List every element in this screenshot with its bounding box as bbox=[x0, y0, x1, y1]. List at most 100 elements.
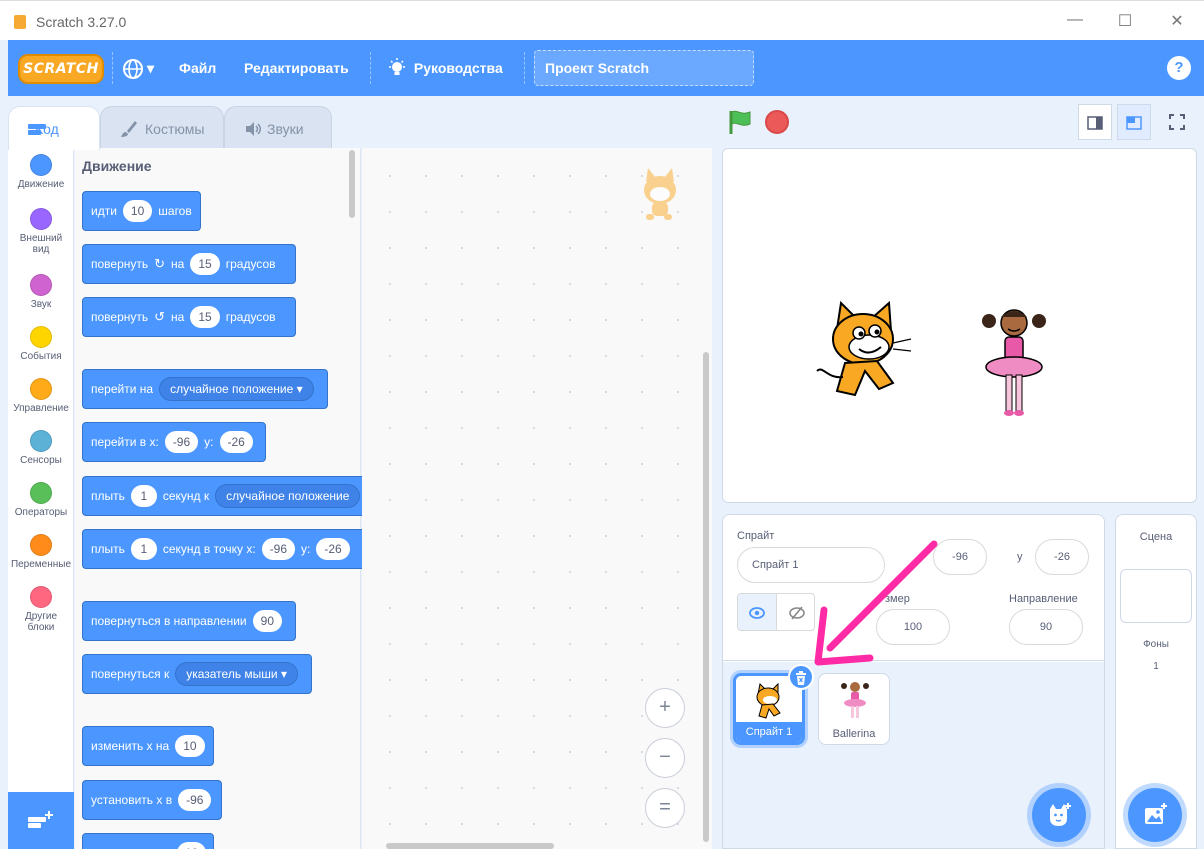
chevron-down-icon: ▾ bbox=[147, 60, 155, 76]
ballerina-sprite[interactable] bbox=[979, 303, 1049, 419]
y-position-input[interactable]: -26 bbox=[1035, 539, 1089, 575]
block-input[interactable]: 1 bbox=[130, 485, 157, 507]
cat-sprite[interactable] bbox=[815, 299, 925, 409]
show-sprite-button[interactable] bbox=[738, 594, 777, 630]
block-input[interactable]: -26 bbox=[219, 431, 253, 453]
block-turn-left[interactable]: повернуть ↺ на 15 градусов bbox=[82, 297, 296, 337]
block-partial[interactable]: 10 bbox=[82, 833, 214, 849]
block-text: перейти в x: bbox=[91, 435, 159, 449]
block-glide-xy[interactable]: плыть 1 секунд в точку x: -96 y: -26 bbox=[82, 529, 362, 569]
category-control[interactable]: Управление bbox=[8, 378, 74, 414]
block-text: плыть bbox=[91, 542, 125, 556]
block-dropdown[interactable]: указатель мыши ▾ bbox=[175, 662, 298, 686]
block-goto[interactable]: перейти на случайное положение ▾ bbox=[82, 369, 328, 409]
block-input[interactable]: -96 bbox=[164, 431, 199, 453]
normal-stage-button[interactable] bbox=[1117, 104, 1151, 140]
small-stage-icon bbox=[1087, 116, 1103, 131]
backdrops-count: 1 bbox=[1153, 661, 1159, 672]
category-control-label: Управление bbox=[13, 403, 69, 414]
category-looks[interactable]: Внешний вид bbox=[8, 208, 74, 255]
category-events[interactable]: События bbox=[8, 326, 74, 362]
block-input[interactable]: 10 bbox=[177, 842, 207, 849]
zoom-out-button[interactable]: − bbox=[645, 738, 685, 778]
tutorials-menu[interactable]: Руководства bbox=[388, 40, 503, 96]
choose-backdrop-button[interactable] bbox=[1128, 788, 1182, 842]
dropdown-value: случайное положение bbox=[170, 382, 294, 396]
maximize-button[interactable]: ☐ bbox=[1110, 11, 1140, 31]
block-input[interactable]: -96 bbox=[261, 538, 296, 560]
block-input[interactable]: 15 bbox=[190, 253, 220, 275]
block-text: градусов bbox=[225, 257, 276, 271]
block-turn-right[interactable]: повернуть ↻ на 15 градусов bbox=[82, 244, 296, 284]
sprite-card-ballerina[interactable]: Ballerina bbox=[818, 673, 890, 745]
file-menu[interactable]: Файл bbox=[179, 40, 216, 96]
block-point-towards[interactable]: повернуться к указатель мыши ▾ bbox=[82, 654, 312, 694]
sprite-card-name: Спрайт 1 bbox=[736, 722, 802, 742]
category-operators[interactable]: Операторы bbox=[8, 482, 74, 518]
minimize-button[interactable]: — bbox=[1060, 11, 1090, 29]
visibility-toggle bbox=[737, 593, 815, 631]
block-input[interactable]: 15 bbox=[190, 306, 220, 328]
backdrops-label: Фоны bbox=[1143, 639, 1169, 650]
zoom-reset-button[interactable]: = bbox=[645, 788, 685, 828]
language-menu[interactable]: ▾ bbox=[122, 40, 154, 96]
x-position-input[interactable]: -96 bbox=[933, 539, 987, 575]
help-button[interactable]: ? bbox=[1167, 56, 1191, 80]
block-text: плыть bbox=[91, 489, 125, 503]
tab-costumes[interactable]: Костюмы bbox=[100, 106, 224, 150]
edit-menu[interactable]: Редактировать bbox=[244, 40, 349, 96]
small-stage-button[interactable] bbox=[1078, 104, 1112, 140]
direction-input[interactable]: 90 bbox=[1009, 609, 1083, 645]
category-variables[interactable]: Переменные bbox=[8, 534, 74, 570]
block-text: повернуться к bbox=[91, 667, 170, 681]
block-text: установить х в bbox=[91, 793, 173, 807]
block-goto-xy[interactable]: перейти в x: -96 y: -26 bbox=[82, 422, 266, 462]
hide-sprite-button[interactable] bbox=[777, 594, 814, 630]
palette-scrollbar[interactable] bbox=[349, 150, 355, 218]
scratch-window: к. Scratch 3.27.0 — ☐ ✕ SCRATCH ▾ Файл Р… bbox=[0, 0, 1204, 849]
block-dropdown[interactable]: случайное положение ▾ bbox=[159, 377, 314, 401]
category-sensing[interactable]: Сенсоры bbox=[8, 430, 74, 466]
stage[interactable] bbox=[722, 148, 1197, 503]
block-input[interactable]: 90 bbox=[252, 610, 282, 632]
block-input[interactable]: 10 bbox=[122, 200, 153, 222]
block-input[interactable]: 1 bbox=[130, 538, 157, 560]
category-sound[interactable]: Звук bbox=[8, 274, 74, 310]
workspace-horizontal-scrollbar[interactable] bbox=[386, 843, 554, 849]
category-motion[interactable]: Движение bbox=[8, 154, 74, 190]
category-looks-label: Внешний вид bbox=[19, 233, 63, 255]
block-text: секунд к bbox=[162, 489, 210, 503]
scratch-logo[interactable]: SCRATCH bbox=[18, 54, 104, 84]
workspace-vertical-scrollbar[interactable] bbox=[703, 352, 709, 842]
add-extension-button[interactable] bbox=[8, 792, 74, 849]
block-input[interactable]: 10 bbox=[175, 735, 205, 757]
block-set-x[interactable]: установить х в -96 bbox=[82, 780, 222, 820]
delete-sprite-button[interactable] bbox=[788, 664, 814, 690]
block-text: изменить х на bbox=[91, 739, 170, 753]
block-change-x[interactable]: изменить х на 10 bbox=[82, 726, 214, 766]
block-input[interactable]: -96 bbox=[178, 789, 212, 811]
stop-button[interactable] bbox=[765, 110, 789, 134]
block-glide-to[interactable]: плыть 1 секунд к случайное положение bbox=[82, 476, 362, 516]
add-extension-icon bbox=[28, 811, 53, 828]
block-dropdown[interactable]: случайное положение bbox=[215, 484, 361, 508]
fullscreen-button[interactable] bbox=[1160, 104, 1194, 140]
dropdown-value: указатель мыши bbox=[186, 667, 278, 681]
project-title-input[interactable]: Проект Scratch bbox=[534, 50, 754, 86]
close-button[interactable]: ✕ bbox=[1162, 11, 1192, 31]
category-my-blocks[interactable]: Другие блоки bbox=[8, 586, 74, 633]
menu-bar: SCRATCH ▾ Файл Редактировать Руководства bbox=[8, 40, 1204, 96]
zoom-in-button[interactable]: + bbox=[645, 688, 685, 728]
block-move-steps[interactable]: идти 10 шагов bbox=[82, 191, 201, 231]
tab-sounds[interactable]: Звуки bbox=[224, 106, 332, 150]
green-flag-button[interactable] bbox=[726, 108, 754, 136]
tab-code[interactable]: Код bbox=[8, 106, 100, 150]
backdrop-thumbnail[interactable] bbox=[1120, 569, 1192, 623]
current-sprite-thumbnail bbox=[644, 168, 676, 220]
category-sound-dot bbox=[30, 274, 52, 296]
block-input[interactable]: -26 bbox=[316, 538, 350, 560]
sprite-name-input[interactable]: Спрайт 1 bbox=[737, 547, 885, 583]
choose-sprite-button[interactable] bbox=[1032, 788, 1086, 842]
size-input[interactable]: 100 bbox=[876, 609, 950, 645]
block-point-direction[interactable]: повернуться в направлении 90 bbox=[82, 601, 296, 641]
